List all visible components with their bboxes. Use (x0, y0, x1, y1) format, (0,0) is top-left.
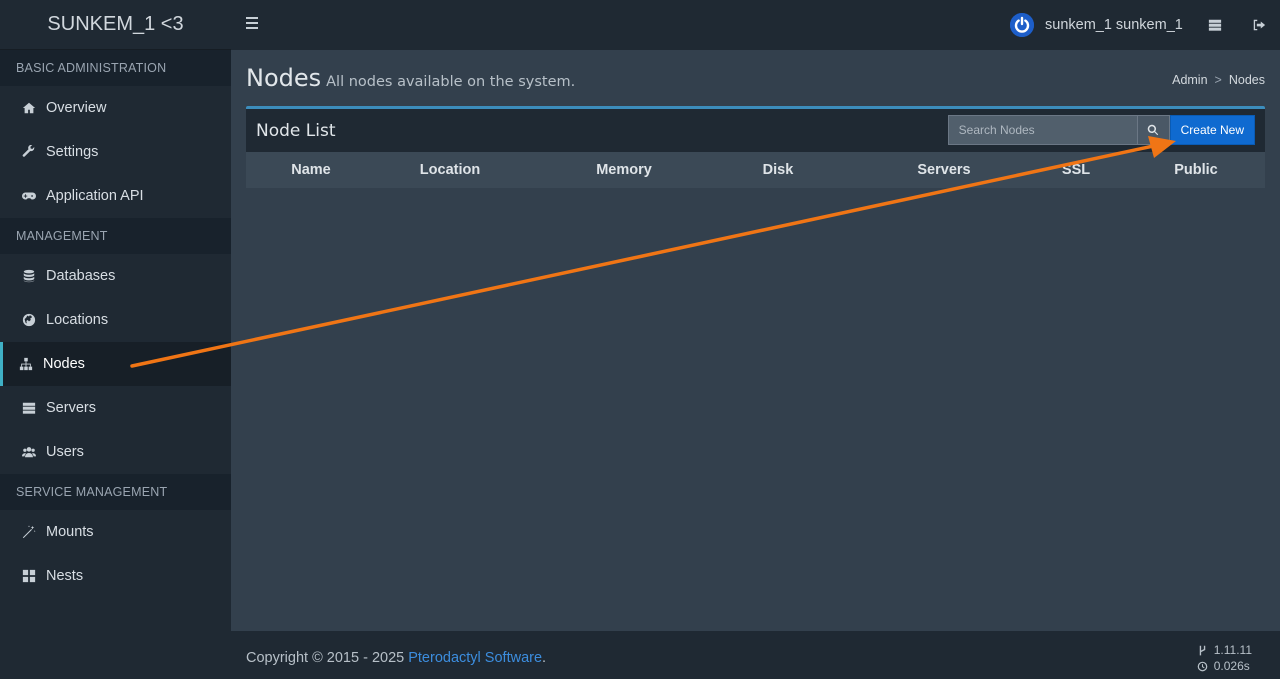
top-navbar: sunkem_1 sunkem_1 (231, 0, 1280, 50)
server-icon (22, 401, 36, 415)
node-list-title: Node List (256, 120, 336, 141)
column-header-public[interactable]: Public (1174, 152, 1218, 188)
breadcrumb: Admin > Nodes (1172, 73, 1265, 87)
sidebar-item-servers[interactable]: Servers (0, 386, 231, 430)
magic-icon (22, 525, 36, 539)
page-header: Nodes All nodes available on the system. (246, 64, 575, 92)
node-list-box: Node List Create New Name Location Memor… (246, 106, 1265, 188)
breadcrumb-nodes: Nodes (1228, 73, 1265, 87)
globe-icon (22, 313, 36, 327)
sidebar-item-label: Users (46, 444, 84, 460)
gamepad-icon (22, 189, 36, 203)
clock-icon (1197, 661, 1208, 671)
users-icon (22, 445, 36, 459)
render-time: 0.026s (1213, 659, 1250, 673)
column-header-servers[interactable]: Servers (917, 152, 970, 188)
sign-out-icon[interactable] (1252, 18, 1266, 32)
sidebar-item-label: Servers (46, 400, 96, 416)
sidebar-item-nests[interactable]: Nests (0, 554, 231, 598)
column-header-ssl[interactable]: SSL (1062, 152, 1090, 188)
sidebar-item-label: Locations (46, 312, 109, 328)
page-title: Nodes (246, 64, 322, 92)
brand-title[interactable]: SUNKEM_1 <3 (0, 0, 231, 50)
home-icon (22, 101, 36, 115)
search-nodes-input[interactable] (947, 115, 1138, 145)
copyright-suffix: . (542, 650, 547, 666)
sidebar-item-databases[interactable]: Databases (0, 254, 231, 298)
sidebar-item-locations[interactable]: Locations (0, 298, 231, 342)
sidebar-item-label: Nests (46, 568, 84, 584)
breadcrumb-admin[interactable]: Admin (1172, 73, 1207, 87)
sidebar-item-label: Settings (46, 144, 99, 160)
avatar (1010, 13, 1034, 37)
sidebar-item-users[interactable]: Users (0, 430, 231, 474)
sidebar-item-mounts[interactable]: Mounts (0, 510, 231, 554)
node-list-header: Node List Create New (246, 109, 1265, 152)
column-header-location[interactable]: Location (420, 152, 480, 188)
sidebar-item-overview[interactable]: Overview (0, 86, 231, 130)
database-icon (22, 269, 36, 283)
version-number: 1.11.11 (1213, 643, 1252, 657)
version-info: 1.11.11 0.026s (1197, 642, 1252, 674)
sidebar-header-basic-administration: BASIC ADMINISTRATION (0, 50, 231, 86)
sidebar-item-settings[interactable]: Settings (0, 130, 231, 174)
create-new-button[interactable]: Create New (1169, 115, 1255, 145)
server-list-icon[interactable] (1208, 18, 1222, 32)
sidebar: SUNKEM_1 <3 BASIC ADMINISTRATION Overvie… (0, 0, 231, 679)
menu-toggle-icon[interactable] (246, 17, 258, 33)
th-large-icon (22, 569, 36, 583)
search-icon (1147, 124, 1159, 136)
sidebar-header-management: MANAGEMENT (0, 218, 231, 254)
power-logo-icon (1010, 13, 1034, 37)
column-header-disk[interactable]: Disk (763, 152, 794, 188)
breadcrumb-separator: > (1214, 73, 1222, 87)
sidebar-item-application-api[interactable]: Application API (0, 174, 231, 218)
search-button[interactable] (1137, 115, 1170, 145)
sidebar-item-label: Databases (46, 268, 116, 284)
copyright-prefix: Copyright © 2015 - 2025 (246, 650, 409, 666)
table-header-row: Name Location Memory Disk Servers SSL Pu… (246, 152, 1265, 188)
column-header-memory[interactable]: Memory (596, 152, 652, 188)
sitemap-icon (19, 357, 33, 371)
sidebar-item-label: Nodes (43, 356, 85, 372)
main-content: Nodes All nodes available on the system.… (231, 50, 1280, 631)
sidebar-item-label: Mounts (46, 524, 94, 540)
sidebar-item-label: Overview (46, 100, 107, 116)
page-subtitle: All nodes available on the system. (326, 74, 576, 90)
username: sunkem_1 sunkem_1 (1045, 17, 1183, 33)
sidebar-item-nodes[interactable]: Nodes (0, 342, 231, 386)
column-header-name[interactable]: Name (291, 152, 331, 188)
search-group: Create New (947, 115, 1255, 145)
sidebar-item-label: Application API (46, 188, 144, 204)
copyright: Copyright © 2015 - 2025 Pterodactyl Soft… (246, 650, 546, 666)
pterodactyl-link[interactable]: Pterodactyl Software (408, 650, 542, 666)
wrench-icon (22, 145, 36, 159)
footer: Copyright © 2015 - 2025 Pterodactyl Soft… (231, 631, 1280, 679)
user-menu[interactable]: sunkem_1 sunkem_1 (1010, 13, 1183, 37)
code-fork-icon (1199, 645, 1205, 655)
sidebar-header-service-management: SERVICE MANAGEMENT (0, 474, 231, 510)
